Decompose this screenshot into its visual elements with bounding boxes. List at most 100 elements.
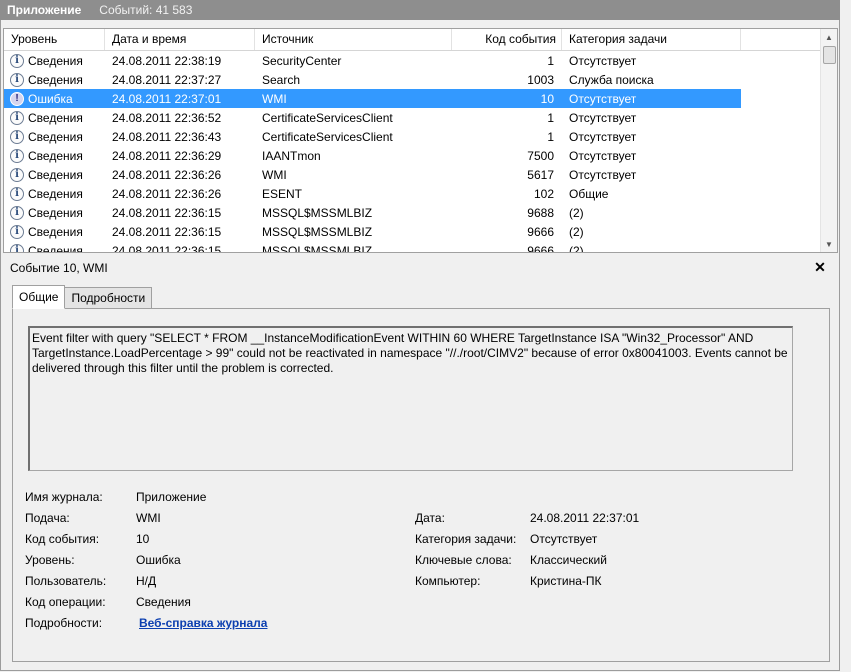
cell-source: MSSQL$MSSMLBIZ xyxy=(262,224,373,239)
cell-date: 24.08.2011 22:36:15 xyxy=(112,205,222,220)
table-row[interactable]: i Сведения 24.08.2011 22:36:43 CertificateS… xyxy=(4,127,741,146)
column-header-code[interactable]: Код события xyxy=(452,29,562,50)
cell-date: 24.08.2011 22:36:15 xyxy=(112,243,222,253)
cell-code: 102 xyxy=(533,186,554,201)
message-line: TargetInstance.LoadPercentage > 99" coul… xyxy=(32,346,788,360)
table-row[interactable]: i Сведения 24.08.2011 22:36:15 MSSQL$MSSMLB… xyxy=(4,203,741,222)
info-icon: i xyxy=(10,224,24,239)
cell-category: (2) xyxy=(569,243,584,253)
level-label: Сведения xyxy=(28,53,83,68)
info-icon: i xyxy=(10,243,24,252)
level-label: Сведения xyxy=(28,186,83,201)
column-header-category[interactable]: Категория задачи xyxy=(562,29,741,50)
cell-source: WMI xyxy=(262,167,287,182)
property-value: Сведения xyxy=(136,595,191,609)
cell-category: Общие xyxy=(569,186,609,201)
column-header-source[interactable]: Источник xyxy=(255,29,452,50)
cell-category: (2) xyxy=(569,205,584,220)
column-header-level[interactable]: Уровень xyxy=(4,29,105,50)
cell-date: 24.08.2011 22:36:15 xyxy=(112,224,222,239)
cell-code: 9666 xyxy=(527,243,554,253)
cell-source: CertificateServicesClient xyxy=(262,110,393,125)
cell-category: Служба поиска xyxy=(569,72,654,87)
event-message[interactable]: Event filter with query "SELECT * FROM _… xyxy=(28,326,793,471)
property-label: Компьютер: xyxy=(415,574,481,588)
cell-date: 24.08.2011 22:38:19 xyxy=(112,53,222,68)
cell-date: 24.08.2011 22:36:43 xyxy=(112,129,222,144)
property-label: Имя журнала: xyxy=(25,490,103,504)
info-icon: i xyxy=(10,148,24,163)
table-row[interactable]: i Сведения 24.08.2011 22:36:15 MSSQL$MSSMLB… xyxy=(4,241,741,253)
cell-date: 24.08.2011 22:36:29 xyxy=(112,148,222,163)
property-label: Дата: xyxy=(415,511,445,525)
cell-level: i Сведения xyxy=(4,53,105,68)
table-row[interactable]: i Сведения 24.08.2011 22:36:26 ESENT 102 Общи… xyxy=(4,184,741,203)
scroll-thumb[interactable] xyxy=(823,46,836,64)
log-title: Приложение xyxy=(7,3,82,17)
tab-general[interactable]: Общие xyxy=(12,285,66,309)
cell-code: 9666 xyxy=(527,224,554,239)
cell-source: SecurityCenter xyxy=(262,53,342,68)
property-value: Кристина-ПК xyxy=(530,574,602,588)
cell-level: i Сведения xyxy=(4,224,105,239)
detail-title: Событие 10, WMI xyxy=(10,261,108,275)
table-row[interactable]: i Сведения 24.08.2011 22:36:29 IAANTmon 7500… xyxy=(4,146,741,165)
cell-date: 24.08.2011 22:36:52 xyxy=(112,110,222,125)
column-header-date[interactable]: Дата и время xyxy=(105,29,255,50)
info-icon: i xyxy=(10,205,24,220)
table-row[interactable]: i Сведения 24.08.2011 22:36:26 WMI 5617 Отсут… xyxy=(4,165,741,184)
table-row[interactable]: i Сведения 24.08.2011 22:36:52 CertificateS… xyxy=(4,108,741,127)
level-label: Сведения xyxy=(28,205,83,220)
cell-code: 7500 xyxy=(527,148,554,163)
cell-level: i Сведения xyxy=(4,243,105,253)
level-label: Сведения xyxy=(28,167,83,182)
property-value: 10 xyxy=(136,532,150,546)
table-row[interactable]: ! Ошибка 24.08.2011 22:37:01 WMI 10 Отсутству… xyxy=(4,89,741,108)
cell-date: 24.08.2011 22:37:27 xyxy=(112,72,222,87)
table-row[interactable]: i Сведения 24.08.2011 22:38:19 SecurityCent… xyxy=(4,51,741,70)
level-label: Сведения xyxy=(28,129,83,144)
cell-source: MSSQL$MSSMLBIZ xyxy=(262,243,373,253)
cell-category: Отсутствует xyxy=(569,110,637,125)
property-label: Категория задачи: xyxy=(415,532,517,546)
info-icon: i xyxy=(10,110,24,125)
property-label: Подробности: xyxy=(25,616,103,630)
info-icon: i xyxy=(10,186,24,201)
list-scrollbar[interactable]: ▲ ▼ xyxy=(820,29,837,252)
scroll-up-icon[interactable]: ▲ xyxy=(821,29,837,45)
property-label: Пользователь: xyxy=(25,574,107,588)
cell-code: 1 xyxy=(547,53,554,68)
cell-date: 24.08.2011 22:36:26 xyxy=(112,167,222,182)
log-titlebar: Приложение Событий: 41 583 xyxy=(0,0,840,20)
cell-source: CertificateServicesClient xyxy=(262,129,393,144)
cell-source: WMI xyxy=(262,91,287,106)
property-value: WMI xyxy=(136,511,161,525)
cell-code: 9688 xyxy=(527,205,554,220)
detail-tabs: Общие Подробности xyxy=(12,285,153,309)
cell-source: MSSQL$MSSMLBIZ xyxy=(262,205,373,220)
level-label: Сведения xyxy=(28,110,83,125)
level-label: Сведения xyxy=(28,243,83,253)
cell-level: i Сведения xyxy=(4,186,105,201)
events-count: Событий: 41 583 xyxy=(99,3,193,17)
close-icon[interactable]: ✕ xyxy=(812,259,828,275)
cell-level: i Сведения xyxy=(4,148,105,163)
table-row[interactable]: i Сведения 24.08.2011 22:37:27 Search 1003 Сл… xyxy=(4,70,741,89)
property-value: Приложение xyxy=(136,490,207,504)
cell-level: i Сведения xyxy=(4,167,105,182)
cell-category: Отсутствует xyxy=(569,53,637,68)
cell-source: IAANTmon xyxy=(262,148,321,163)
cell-category: Отсутствует xyxy=(569,129,637,144)
cell-category: Отсутствует xyxy=(569,91,637,106)
table-row[interactable]: i Сведения 24.08.2011 22:36:15 MSSQL$MSSMLB… xyxy=(4,222,741,241)
property-label: Код операции: xyxy=(25,595,106,609)
help-link[interactable]: Веб-справка журнала xyxy=(139,616,267,630)
property-label: Код события: xyxy=(25,532,100,546)
cell-category: Отсутствует xyxy=(569,148,637,163)
event-list[interactable]: Уровень Дата и время Источник Код событи… xyxy=(3,28,838,253)
detail-header: Событие 10, WMI ✕ xyxy=(3,257,836,279)
tab-details[interactable]: Подробности xyxy=(64,287,153,309)
cell-code: 1 xyxy=(547,129,554,144)
level-label: Ошибка xyxy=(28,91,73,106)
scroll-down-icon[interactable]: ▼ xyxy=(821,236,837,252)
